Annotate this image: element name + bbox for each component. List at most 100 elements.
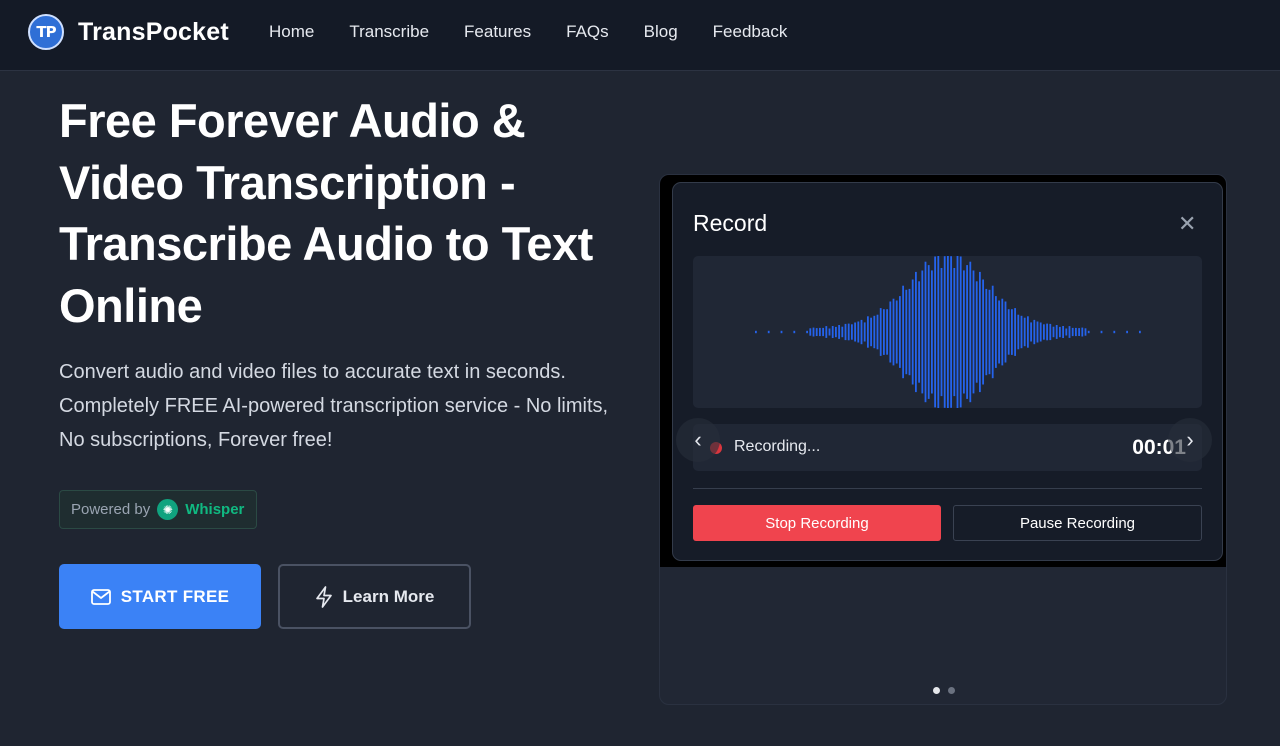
waveform-bar (956, 252, 959, 412)
waveform-bar (1139, 330, 1141, 334)
carousel-dot[interactable] (933, 687, 940, 694)
waveform-bar (1014, 308, 1016, 356)
waveform-bar (1052, 326, 1055, 338)
waveform-bar (1087, 330, 1090, 334)
waveform-bar (969, 261, 972, 403)
waveform-bar (1055, 325, 1058, 339)
start-free-label: START FREE (120, 586, 230, 606)
waveform-bar (879, 308, 882, 356)
brand-name: TransPocket (78, 17, 229, 46)
learn-more-button[interactable]: Learn More (278, 564, 471, 629)
carousel-dot[interactable] (948, 687, 955, 694)
waveform-bar (899, 296, 901, 368)
waveform-bar (895, 300, 898, 364)
waveform-bar (812, 327, 815, 337)
waveform-bar (844, 323, 847, 341)
waveform-bar (780, 330, 783, 334)
waveform-bar (857, 321, 860, 343)
waveform-bar (937, 252, 940, 412)
nav-item-blog[interactable]: Blog (644, 22, 678, 42)
waveform-bar (1011, 309, 1013, 355)
waveform-bar (927, 265, 930, 399)
mail-icon (90, 588, 111, 605)
logo-mark-icon: TP (28, 14, 64, 50)
waveform-bar (924, 261, 927, 403)
nav-item-home[interactable]: Home (269, 22, 314, 42)
waveform-bar (959, 256, 962, 408)
waveform-bar (873, 315, 876, 349)
waveform-bar (1001, 298, 1004, 366)
waveform-bar (1043, 324, 1045, 340)
waveform-visualization (755, 252, 1141, 412)
waveform-bar (902, 285, 904, 379)
nav-item-faqs[interactable]: FAQs (566, 22, 609, 42)
hero-subtitle: Convert audio and video files to accurat… (59, 361, 609, 451)
waveform-bar (1068, 326, 1071, 338)
waveform-bar (911, 279, 914, 385)
brand-logo[interactable]: TP TransPocket (28, 14, 229, 50)
waveform-bar (966, 265, 968, 399)
modal-divider (693, 488, 1202, 489)
waveform-bar (828, 328, 831, 336)
waveform-bar (815, 328, 818, 336)
stop-recording-button[interactable]: Stop Recording (693, 505, 941, 541)
waveform-bar (793, 330, 796, 334)
waveform-bar (870, 317, 872, 347)
powered-by-prefix: Powered by (71, 501, 151, 518)
carousel-slide: Record ✕ Recording... 00:01 Stop Recordi… (660, 175, 1226, 567)
nav-item-transcribe[interactable]: Transcribe (349, 22, 429, 42)
waveform-bar (1023, 317, 1026, 347)
nav-item-feedback[interactable]: Feedback (713, 22, 788, 42)
start-free-button[interactable]: START FREE (59, 564, 261, 629)
waveform-bar (950, 256, 952, 408)
waveform-bar (918, 281, 920, 383)
waveform-bar (975, 281, 978, 383)
waveform-bar (1030, 322, 1032, 342)
waveform-bar (1081, 327, 1084, 337)
waveform-bar (847, 323, 850, 341)
waveform-bar (1062, 326, 1064, 338)
waveform-bar (943, 256, 946, 408)
waveform-bar (979, 271, 981, 393)
waveform-bar (809, 328, 812, 336)
powered-by-name: Whisper (185, 501, 245, 518)
waveform-bar (940, 268, 943, 397)
lightning-icon (315, 585, 333, 608)
waveform-bar (1017, 314, 1020, 350)
waveform-bar (1046, 323, 1048, 341)
waveform-bar (841, 326, 844, 338)
waveform-bar (851, 324, 853, 340)
waveform-bar (1007, 309, 1010, 355)
waveform-bar (995, 296, 997, 368)
waveform-bar (1078, 328, 1080, 336)
nav-item-features[interactable]: Features (464, 22, 531, 42)
waveform-bar (1036, 321, 1039, 343)
waveform-bar (886, 309, 888, 355)
chevron-left-icon[interactable]: ‹ (676, 418, 720, 462)
hero-title: Free Forever Audio & Video Transcription… (59, 94, 593, 332)
waveform-bar (972, 270, 975, 394)
waveform-bar (1027, 316, 1029, 348)
pause-recording-button[interactable]: Pause Recording (953, 505, 1202, 541)
waveform-bar (889, 301, 892, 363)
openai-icon: ✺ (157, 499, 179, 520)
chevron-right-icon[interactable]: › (1168, 418, 1212, 462)
close-icon[interactable]: ✕ (1178, 213, 1196, 235)
waveform-bar (915, 271, 917, 393)
waveform-bar (755, 330, 757, 334)
waveform-bar (947, 252, 949, 412)
waveform-bar (819, 327, 821, 337)
waveform-bar (982, 279, 984, 385)
waveform-bar (876, 314, 879, 350)
powered-by-badge: Powered by ✺ Whisper (59, 490, 257, 529)
waveform-bar (767, 330, 770, 334)
waveform-bar (1049, 323, 1052, 341)
waveform-bar (905, 289, 908, 375)
waveform-bar (892, 298, 895, 366)
waveform-bar (863, 322, 866, 342)
waveform-bar (806, 330, 808, 334)
waveform-bar (1075, 327, 1077, 337)
waveform-bar (1065, 328, 1068, 336)
carousel-pagination (933, 687, 955, 694)
waveform-panel (693, 252, 1202, 412)
